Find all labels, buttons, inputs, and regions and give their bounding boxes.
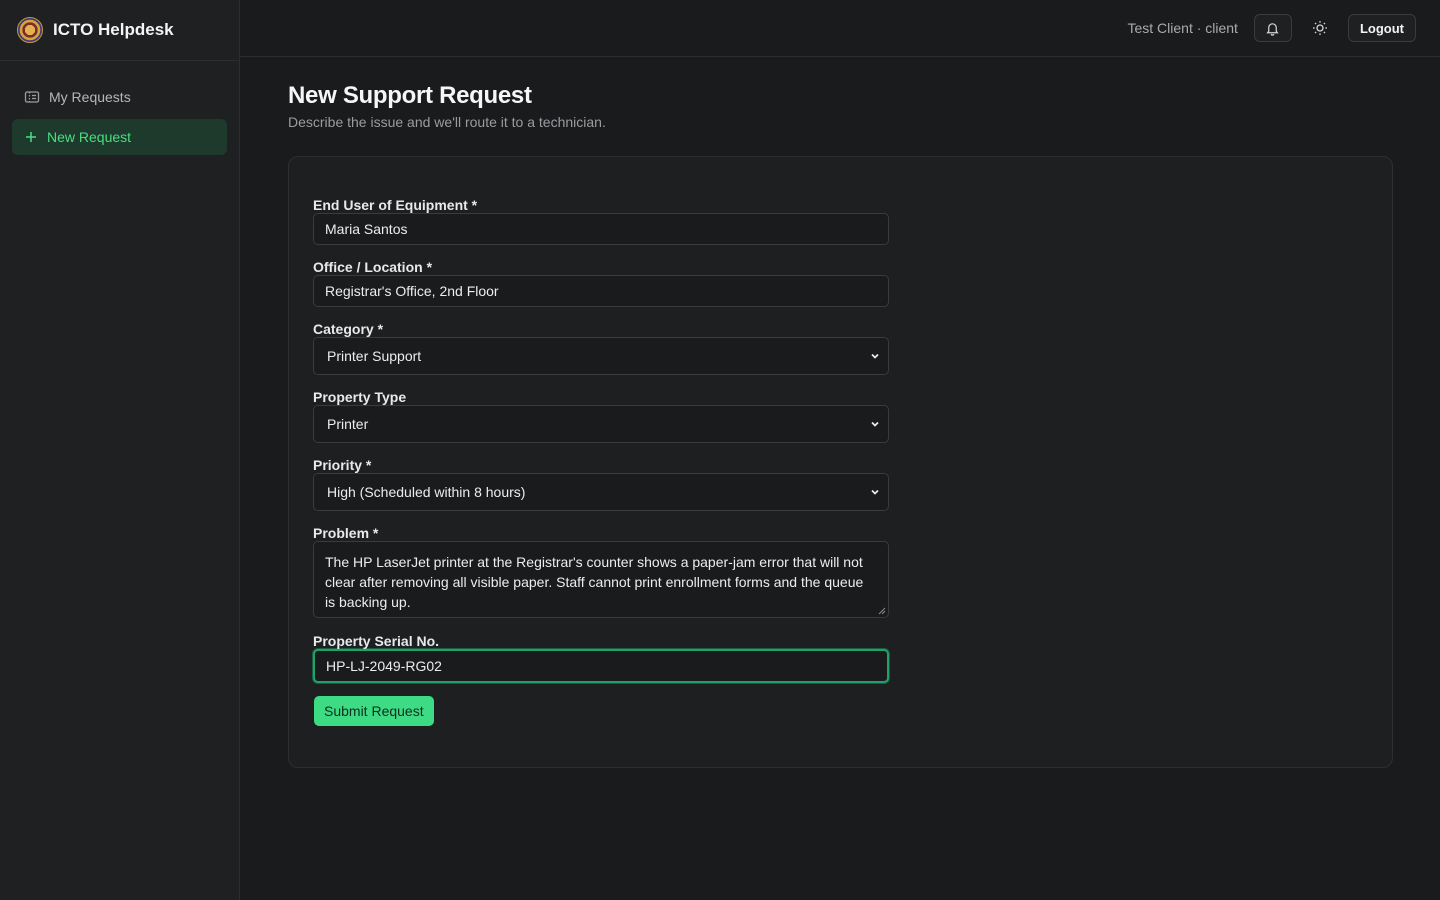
property-type-value: Printer: [327, 416, 369, 432]
category-field-group: Category * Printer Support: [313, 321, 889, 375]
property-type-select[interactable]: Printer: [313, 405, 889, 443]
sidebar-nav: My Requests New Request: [0, 61, 239, 177]
priority-label: Priority *: [313, 457, 372, 473]
office-input[interactable]: Registrar's Office, 2nd Floor: [313, 275, 889, 307]
problem-field-group: Problem * The HP LaserJet printer at the…: [313, 525, 889, 618]
page-subtitle: Describe the issue and we'll route it to…: [288, 114, 606, 130]
office-value: Registrar's Office, 2nd Floor: [325, 283, 499, 299]
sun-icon: [1312, 21, 1327, 35]
end-user-label: End User of Equipment *: [313, 197, 478, 213]
problem-value: The HP LaserJet printer at the Registrar…: [325, 554, 864, 610]
end-user-field-group: End User of Equipment * Maria Santos: [313, 197, 889, 245]
logout-button[interactable]: Logout: [1347, 14, 1416, 42]
office-field-group: Office / Location * Registrar's Office, …: [313, 259, 889, 307]
category-select[interactable]: Printer Support: [313, 337, 889, 375]
end-user-input[interactable]: Maria Santos: [313, 213, 889, 245]
plus-icon: [26, 132, 36, 142]
sidebar: ICTO Helpdesk My Requests New Request: [0, 0, 240, 900]
main-content: New Support Request Describe the issue a…: [288, 82, 1393, 768]
sidebar-item-label: New Request: [47, 129, 132, 145]
sidebar-item-new-request[interactable]: New Request: [12, 119, 227, 155]
chevron-down-icon: [871, 353, 879, 359]
chevron-down-icon: [871, 489, 879, 495]
property-type-label: Property Type: [313, 389, 407, 405]
brand-name: ICTO Helpdesk: [53, 20, 174, 39]
category-label: Category *: [313, 321, 384, 337]
problem-label: Problem *: [313, 525, 379, 541]
property-type-field-group: Property Type Printer: [313, 389, 889, 443]
support-request-form: End User of Equipment * Maria Santos Off…: [288, 156, 1393, 768]
serial-value: HP-LJ-2049-RG02: [326, 658, 442, 674]
sidebar-item-label: My Requests: [49, 89, 131, 105]
priority-select[interactable]: High (Scheduled within 8 hours): [313, 473, 889, 511]
priority-value: High (Scheduled within 8 hours): [327, 484, 526, 500]
serial-field-group: Property Serial No. HP-LJ-2049-RG02: [313, 633, 889, 683]
problem-textarea[interactable]: The HP LaserJet printer at the Registrar…: [313, 541, 889, 618]
page-title: New Support Request: [288, 82, 532, 109]
resize-grip-icon[interactable]: [878, 607, 886, 615]
brand[interactable]: ICTO Helpdesk: [0, 0, 239, 61]
bell-icon: [1266, 22, 1280, 36]
user-label: Test Client · client: [1127, 20, 1238, 36]
priority-field-group: Priority * High (Scheduled within 8 hour…: [313, 457, 889, 511]
theme-toggle-button[interactable]: [1304, 14, 1336, 42]
notifications-button[interactable]: [1253, 14, 1292, 42]
office-label: Office / Location *: [313, 259, 433, 275]
end-user-value: Maria Santos: [325, 221, 408, 237]
submit-request-button[interactable]: Submit Request: [314, 696, 434, 726]
logo-icon: [17, 17, 43, 43]
serial-label: Property Serial No.: [313, 633, 440, 649]
serial-input[interactable]: HP-LJ-2049-RG02: [313, 649, 889, 683]
chevron-down-icon: [871, 421, 879, 427]
sidebar-item-my-requests[interactable]: My Requests: [12, 79, 227, 115]
ticket-icon: [24, 91, 40, 103]
category-value: Printer Support: [327, 348, 422, 364]
topbar: Test Client · client Logout: [240, 0, 1440, 57]
